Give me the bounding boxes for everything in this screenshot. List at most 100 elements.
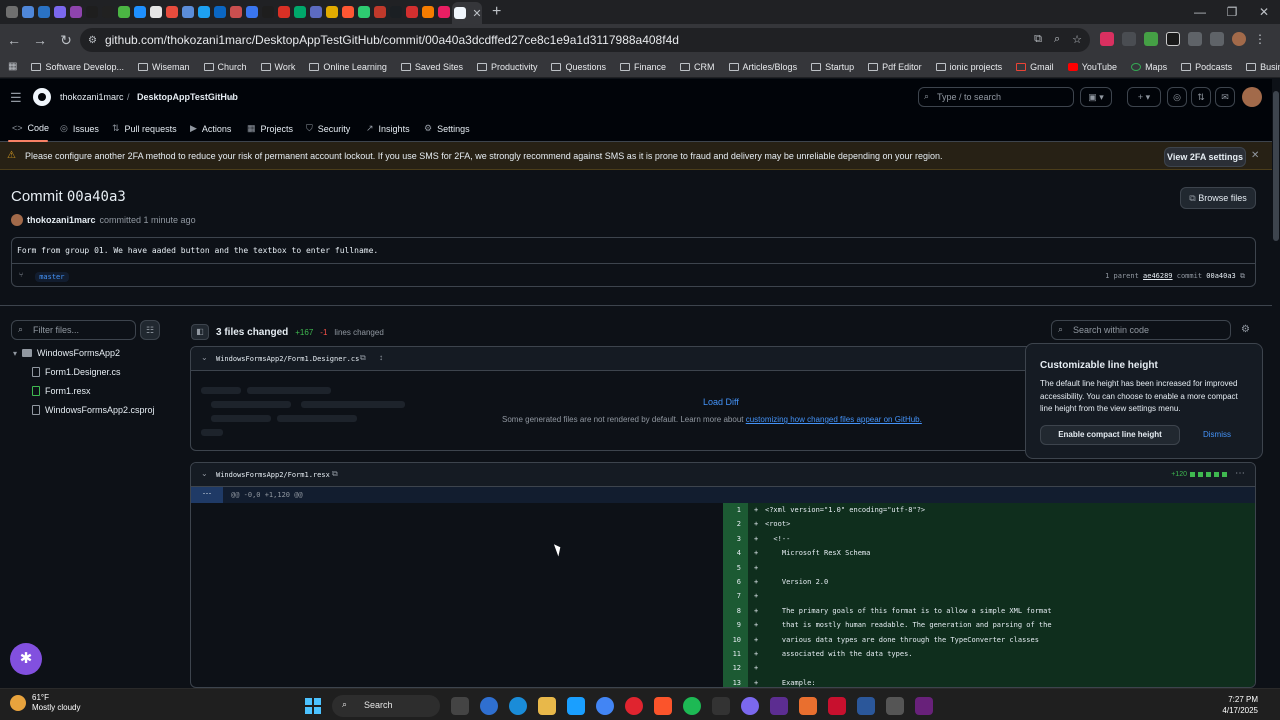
line-number[interactable]: 13 bbox=[723, 679, 741, 687]
tab-favicon-icon[interactable] bbox=[6, 6, 18, 18]
chevron-down-icon[interactable]: ⌄ bbox=[201, 353, 208, 362]
tab-favicon-icon[interactable] bbox=[214, 6, 226, 18]
bookmark-item[interactable]: Pdf Editor bbox=[868, 62, 922, 72]
search-within-code-input[interactable]: ⌕ Search within code bbox=[1051, 320, 1231, 340]
active-tab[interactable]: ✕ bbox=[452, 2, 482, 24]
browse-files-button[interactable]: ⧉ Browse files bbox=[1180, 187, 1256, 209]
tab-favicon-icon[interactable] bbox=[134, 6, 146, 18]
tree-file[interactable]: Form1.resx bbox=[32, 386, 91, 396]
filter-files-input[interactable]: ⌕ Filter files... bbox=[11, 320, 136, 340]
code-line[interactable]: 3 + <!-- bbox=[723, 535, 1255, 549]
tab-favicon-icon[interactable] bbox=[342, 6, 354, 18]
line-number[interactable]: 6 bbox=[723, 578, 741, 586]
tab-favicon-icon[interactable] bbox=[166, 6, 178, 18]
tree-file[interactable]: Form1.Designer.cs bbox=[32, 367, 121, 377]
bookmark-item[interactable]: YouTube bbox=[1067, 62, 1117, 72]
extension-icon[interactable] bbox=[1100, 32, 1114, 46]
app-icon[interactable] bbox=[886, 697, 904, 715]
toggle-tree-icon[interactable]: ◧ bbox=[191, 324, 209, 340]
bookmark-item[interactable]: CRM bbox=[680, 62, 715, 72]
author-link[interactable]: thokozani1marc bbox=[27, 215, 96, 225]
code-line[interactable]: 10 + various data types are done through … bbox=[723, 636, 1255, 650]
extension-icon[interactable] bbox=[1166, 32, 1180, 46]
tab-favicon-icon[interactable] bbox=[150, 6, 162, 18]
close-window-button[interactable]: ✕ bbox=[1248, 0, 1280, 24]
windows-start-icon[interactable] bbox=[305, 698, 321, 714]
tab-favicon-icon[interactable] bbox=[246, 6, 258, 18]
app-icon[interactable] bbox=[828, 697, 846, 715]
line-number[interactable]: 11 bbox=[723, 650, 741, 658]
taskbar-search[interactable]: ⌕ Search bbox=[332, 695, 440, 717]
code-line[interactable]: 13 + Example: bbox=[723, 679, 1255, 687]
zoom-icon[interactable]: ⌕ bbox=[1054, 33, 1060, 46]
bookmark-item[interactable]: Gmail bbox=[1016, 62, 1054, 72]
apps-grid-icon[interactable]: ▦ bbox=[8, 61, 17, 72]
code-line[interactable]: 11 + associated with the data types. bbox=[723, 650, 1255, 664]
back-button[interactable]: ← bbox=[2, 32, 26, 48]
copilot-button[interactable]: ▣ ▾ bbox=[1080, 87, 1112, 107]
copy-icon[interactable]: ⧉ bbox=[360, 353, 366, 363]
tab-favicon-icon[interactable] bbox=[38, 6, 50, 18]
clock-app-icon[interactable] bbox=[741, 697, 759, 715]
visual-studio-icon[interactable] bbox=[770, 697, 788, 715]
tab-settings[interactable]: ⚙ Settings bbox=[424, 123, 470, 134]
tab-favicon-icon[interactable] bbox=[230, 6, 242, 18]
bookmark-item[interactable]: Podcasts bbox=[1181, 62, 1232, 72]
tab-favicon-icon[interactable] bbox=[294, 6, 306, 18]
minimize-button[interactable]: — bbox=[1184, 0, 1216, 24]
create-new-button[interactable]: + ▾ bbox=[1127, 87, 1161, 107]
github-logo-icon[interactable] bbox=[33, 88, 51, 106]
breadcrumb-owner[interactable]: thokozani1marc bbox=[60, 92, 124, 102]
code-line[interactable]: 4 + Microsoft ResX Schema bbox=[723, 549, 1255, 563]
word-icon[interactable] bbox=[857, 697, 875, 715]
close-icon[interactable]: ✕ bbox=[1251, 150, 1259, 161]
line-number[interactable]: 4 bbox=[723, 549, 741, 557]
reload-button[interactable]: ↻ bbox=[54, 32, 78, 49]
tab-favicon-icon[interactable] bbox=[54, 6, 66, 18]
file-explorer-icon[interactable] bbox=[538, 697, 556, 715]
avatar[interactable] bbox=[11, 214, 23, 226]
profile-avatar[interactable] bbox=[1232, 32, 1246, 46]
postman-icon[interactable] bbox=[799, 697, 817, 715]
opera-icon[interactable] bbox=[625, 697, 643, 715]
app-icon[interactable] bbox=[712, 697, 730, 715]
tree-folder[interactable]: ▾ WindowsFormsApp2 bbox=[13, 348, 120, 358]
line-number[interactable]: 3 bbox=[723, 535, 741, 543]
tab-insights[interactable]: ↗ Insights bbox=[366, 123, 410, 134]
branch-link[interactable]: master bbox=[35, 272, 69, 282]
copy-icon[interactable]: ⧉ bbox=[332, 469, 338, 479]
github-search-input[interactable]: ⌕ Type / to search bbox=[918, 87, 1074, 107]
bookmark-item[interactable]: Finance bbox=[620, 62, 666, 72]
weather-widget[interactable]: 61°F Mostly cloudy bbox=[10, 693, 80, 713]
bookmark-star-icon[interactable]: ☆ bbox=[1072, 33, 1082, 46]
tab-favicon-icon[interactable] bbox=[390, 6, 402, 18]
bookmark-item[interactable]: Church bbox=[203, 62, 247, 72]
code-line[interactable]: 9 + that is mostly human readable. The ge… bbox=[723, 621, 1255, 635]
bookmark-item[interactable]: Maps bbox=[1131, 62, 1167, 72]
view-2fa-settings-button[interactable]: View 2FA settings bbox=[1164, 147, 1246, 167]
line-number[interactable]: 7 bbox=[723, 592, 741, 600]
line-number[interactable]: 1 bbox=[723, 506, 741, 514]
load-diff-link[interactable]: Load Diff bbox=[703, 397, 739, 407]
extensions-puzzle-icon[interactable] bbox=[1188, 32, 1202, 46]
bookmark-item[interactable]: Questions bbox=[551, 62, 606, 72]
diff-file-name[interactable]: WindowsFormsApp2/Form1.resx bbox=[216, 471, 330, 479]
extension-icon[interactable] bbox=[1144, 32, 1158, 46]
code-line[interactable]: 8 + The primary goals of this format is t… bbox=[723, 607, 1255, 621]
tab-favicon-icon[interactable] bbox=[86, 6, 98, 18]
tab-favicon-icon[interactable] bbox=[278, 6, 290, 18]
edge-icon[interactable] bbox=[509, 697, 527, 715]
url-input[interactable]: ⚙ github.com/thokozani1marc/DesktopAppTe… bbox=[80, 28, 1090, 52]
tab-favicon-icon[interactable] bbox=[406, 6, 418, 18]
tab-code[interactable]: <> Code bbox=[12, 123, 49, 133]
browser-menu-icon[interactable]: ⋮ bbox=[1254, 32, 1266, 46]
bookmark-item[interactable]: ionic projects bbox=[935, 62, 1002, 72]
tab-security[interactable]: ⛉ Security bbox=[306, 123, 350, 134]
install-app-icon[interactable]: ⧉ bbox=[1034, 33, 1042, 46]
tree-file[interactable]: WindowsFormsApp2.csproj bbox=[32, 405, 155, 415]
tab-favicon-icon[interactable] bbox=[438, 6, 450, 18]
issues-icon[interactable]: ◎ bbox=[1167, 87, 1187, 107]
dismiss-button[interactable]: Dismiss bbox=[1203, 430, 1231, 439]
tab-actions[interactable]: ▶ Actions bbox=[190, 123, 231, 134]
floating-assistant-button[interactable]: ✱ bbox=[10, 643, 42, 675]
